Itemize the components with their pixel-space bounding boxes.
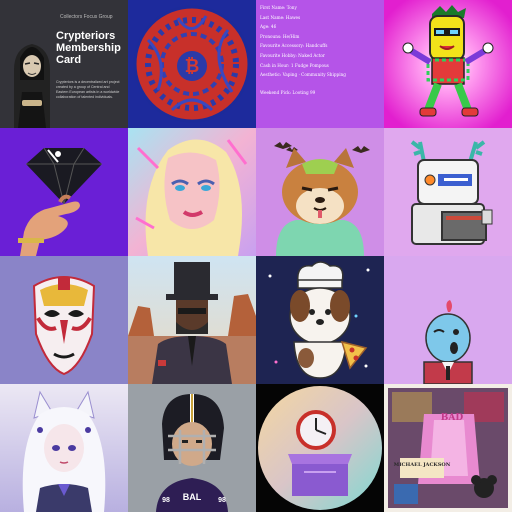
traits-list: First Name: Tony Last Name: Hawes Age: 4… bbox=[260, 3, 382, 97]
pixel-banana-character-art bbox=[384, 0, 512, 128]
shiba-dog-bats-tile[interactable] bbox=[256, 128, 384, 256]
trait-line: Aesthetic: Vaping · Community Shipping bbox=[260, 72, 346, 78]
robot-antlers-tile[interactable] bbox=[384, 128, 512, 256]
top-hat-desert-man-art bbox=[128, 256, 256, 384]
clock-box-tile[interactable] bbox=[256, 384, 384, 512]
blue-dino-figure-tile[interactable] bbox=[384, 256, 512, 384]
pastel-portrait-tile[interactable] bbox=[128, 128, 256, 256]
trait-line: Favourite Accessory: Handcuffs bbox=[260, 43, 328, 49]
black-diamond-hand-tile[interactable] bbox=[0, 128, 128, 256]
trait-line: Weekend Pick: Looting 99 bbox=[260, 89, 316, 95]
nft-gallery-grid: Collectors Focus Group Crypteriors Membe… bbox=[0, 0, 512, 512]
card-title: Crypteriors Membership Card bbox=[56, 30, 121, 66]
character-traits-tile[interactable]: First Name: Tony Last Name: Hawes Age: 4… bbox=[256, 0, 384, 128]
bitcoin-icon: ₿ bbox=[185, 56, 200, 77]
sub-text: BAD bbox=[441, 413, 464, 423]
michael-jackson-collage-tile[interactable]: BAD MICHAEL JACKSON bbox=[384, 384, 512, 512]
bitcoin-coin-art: ₿ bbox=[128, 0, 256, 128]
card-small-label: Collectors Focus Group bbox=[60, 14, 113, 20]
shiba-dog-bats-art bbox=[256, 128, 384, 256]
jersey-number: 98 bbox=[218, 497, 226, 504]
trait-line: Age: 46 bbox=[260, 24, 277, 30]
top-hat-desert-man-tile[interactable] bbox=[128, 256, 256, 384]
bitcoin-coin-tile[interactable]: ₿ bbox=[128, 0, 256, 128]
jersey-text: BAL bbox=[183, 492, 202, 502]
card-description: Crypteriors is a decentralized art proje… bbox=[56, 80, 120, 99]
clock-box-art bbox=[256, 384, 384, 512]
trait-line: Favourite Hobby: Naked Actor bbox=[260, 52, 325, 58]
pastel-portrait-art bbox=[128, 128, 256, 256]
michael-jackson-collage-art: BAD MICHAEL JACKSON bbox=[384, 384, 512, 512]
trait-line: Last Name: Hawes bbox=[260, 14, 301, 20]
pixel-banana-character-tile[interactable] bbox=[384, 0, 512, 128]
black-diamond-hand-art bbox=[0, 128, 128, 256]
anime-fox-girl-tile[interactable] bbox=[0, 384, 128, 512]
anime-fox-girl-art bbox=[0, 384, 128, 512]
trait-line: First Name: Tony bbox=[260, 5, 297, 10]
robot-antlers-art bbox=[384, 128, 512, 256]
football-player-tile[interactable]: BAL 98 98 bbox=[128, 384, 256, 512]
opera-mask-art bbox=[0, 256, 128, 384]
trait-line: Cash in Hour: 1 Fudge Pompous bbox=[260, 62, 329, 68]
jersey-number: 98 bbox=[162, 497, 170, 504]
opera-mask-tile[interactable] bbox=[0, 256, 128, 384]
banner-text: MICHAEL JACKSON bbox=[394, 462, 451, 468]
crypteriors-card-tile[interactable]: Collectors Focus Group Crypteriors Membe… bbox=[0, 0, 128, 128]
blue-dino-figure-art bbox=[384, 256, 512, 384]
chef-dog-pizza-art bbox=[256, 256, 384, 384]
football-player-art: BAL 98 98 bbox=[128, 384, 256, 512]
trait-line: Pronouns: He/Him bbox=[260, 33, 300, 39]
chef-dog-pizza-tile[interactable] bbox=[256, 256, 384, 384]
